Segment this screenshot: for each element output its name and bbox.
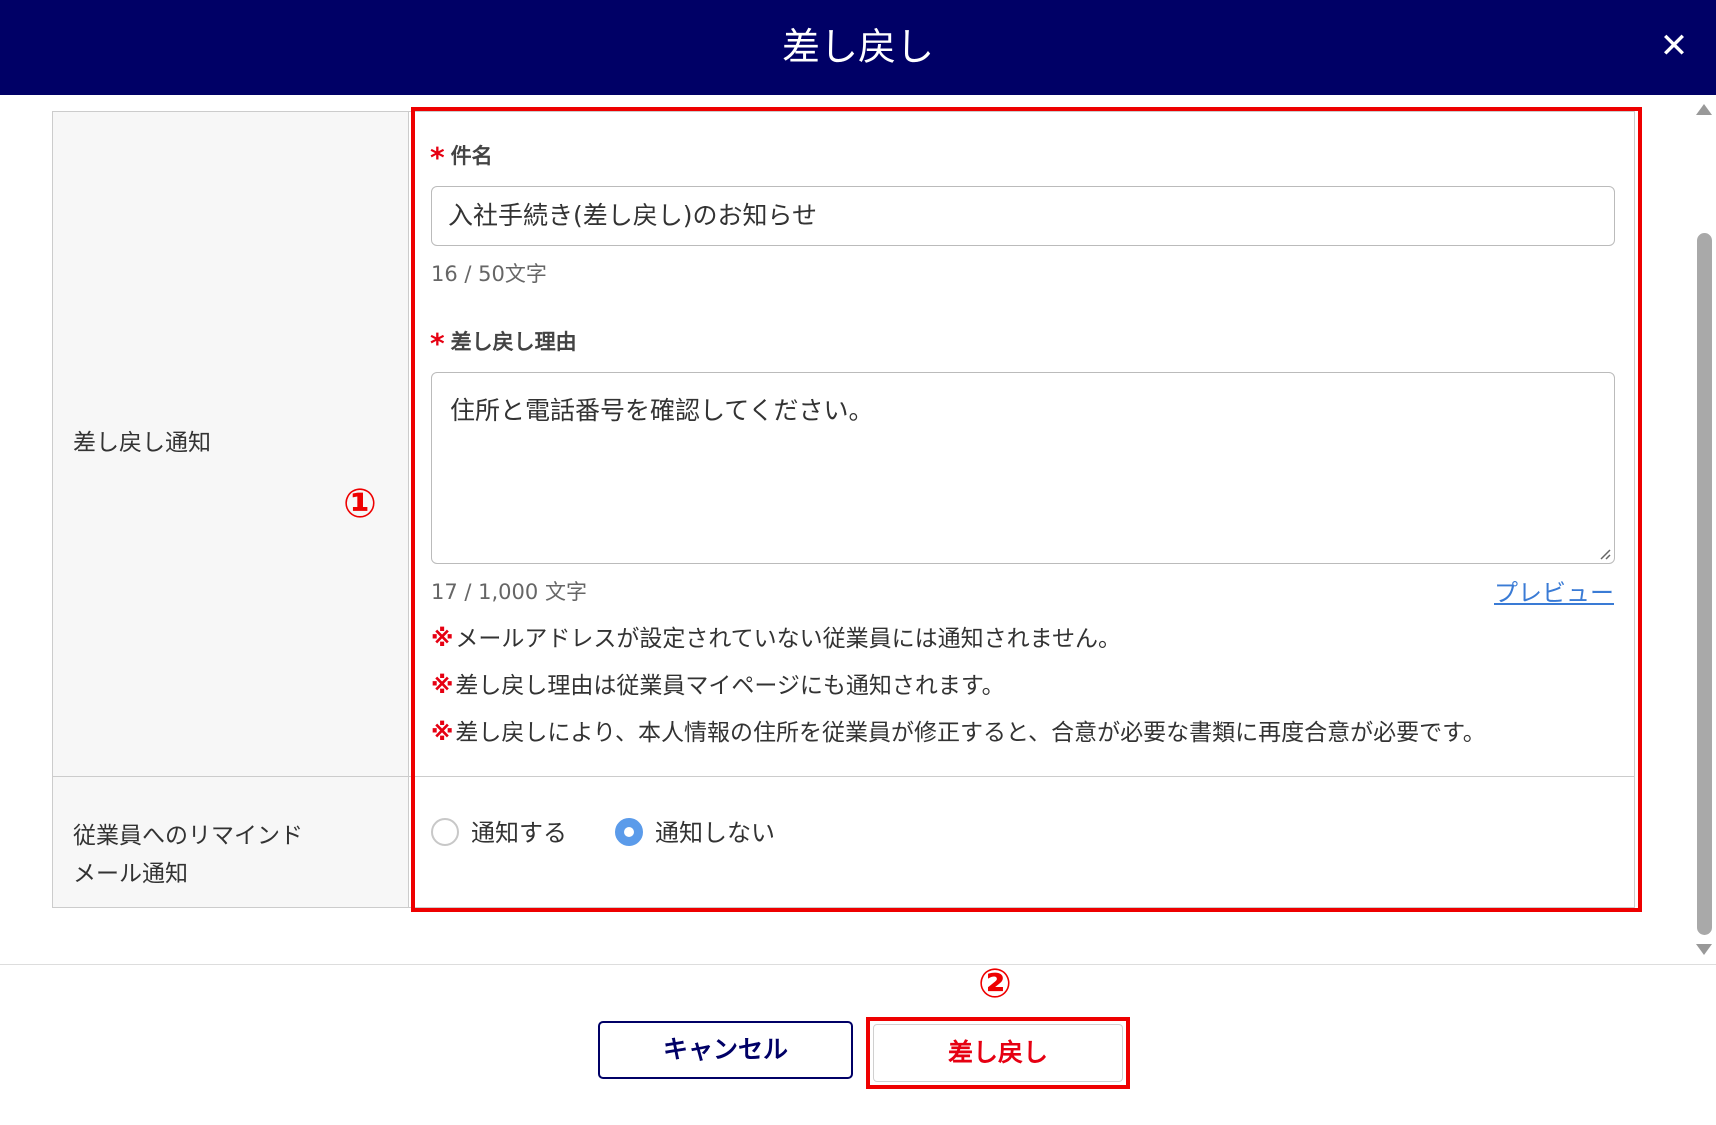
annotation-number-1: ① <box>343 481 377 527</box>
dialog-header: 差し戻し ✕ <box>0 0 1716 95</box>
scroll-up-arrow-icon[interactable] <box>1696 104 1712 115</box>
cancel-button[interactable]: キャンセル <box>598 1021 853 1079</box>
dialog-title: 差し戻し <box>781 25 934 69</box>
annotation-box-2 <box>866 1017 1130 1089</box>
scroll-down-arrow-icon[interactable] <box>1696 944 1712 955</box>
scrollbar-thumb[interactable] <box>1697 233 1712 935</box>
row-label-reminder-line-2: メール通知 <box>73 861 188 887</box>
row-label-reminder-line-1: 従業員へのリマインド <box>73 823 303 849</box>
close-icon[interactable]: ✕ <box>1650 22 1698 70</box>
row-label-reminder: 従業員へのリマインド メール通知 <box>73 817 303 893</box>
annotation-number-2: ② <box>978 961 1012 1007</box>
row-label-return-notice: 差し戻し通知 <box>73 430 211 456</box>
annotation-box-1 <box>411 107 1642 912</box>
footer-divider <box>0 964 1716 965</box>
